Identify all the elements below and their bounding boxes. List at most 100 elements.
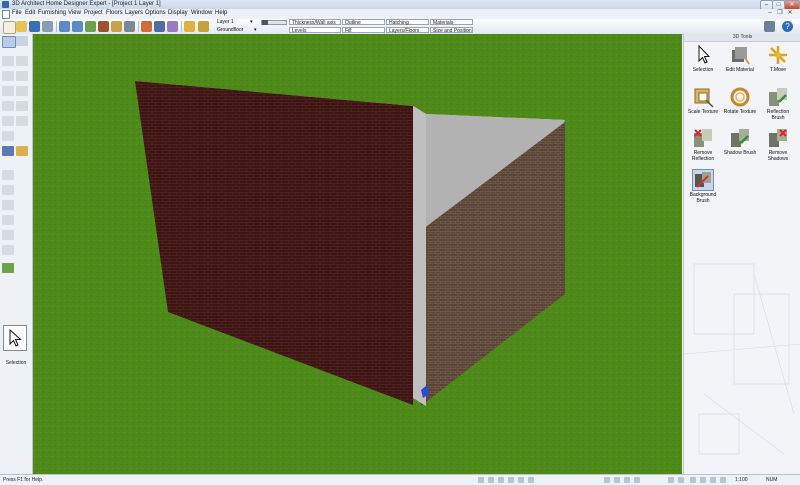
layer-slider[interactable] [261, 20, 287, 25]
materials-field[interactable]: Materials [430, 19, 473, 26]
catalog-icon[interactable] [764, 21, 775, 32]
edit-material-tool[interactable]: Edit Material [722, 44, 758, 73]
railing-tool-icon[interactable] [2, 230, 14, 240]
wand-icon[interactable] [198, 21, 209, 32]
floor-combo[interactable]: Groundfloor [217, 27, 243, 33]
scale-texture-tool[interactable]: Scale Texture [685, 86, 721, 115]
help-icon[interactable]: ? [782, 21, 793, 32]
reflection-brush-tool[interactable]: Reflection Brush [760, 86, 796, 121]
beam-tool-icon[interactable] [16, 71, 28, 81]
menu-layers[interactable]: Layers [125, 10, 143, 16]
grid-icon[interactable] [488, 477, 494, 483]
menu-file[interactable]: File [12, 10, 22, 16]
chevron-down-icon[interactable]: ▾ [250, 19, 253, 25]
remove-shadows-icon [767, 127, 789, 149]
pan-icon[interactable] [690, 477, 696, 483]
menu-floors[interactable]: Floors [106, 10, 123, 16]
fill-field[interactable]: Fill [342, 27, 385, 34]
print-icon[interactable] [42, 21, 53, 32]
slab-tool-icon[interactable] [2, 86, 14, 96]
print-preview-icon[interactable] [624, 477, 630, 483]
arrow-cursor-icon [9, 329, 22, 347]
render-status-icon[interactable] [634, 477, 640, 483]
zoom-window-icon[interactable] [16, 36, 28, 46]
new-file-icon[interactable] [3, 21, 16, 34]
3d-viewport[interactable] [33, 34, 682, 474]
wall-icon[interactable] [518, 477, 524, 483]
ortho-icon[interactable] [498, 477, 504, 483]
layer-combo[interactable]: Layer 1 [217, 19, 234, 25]
measure-icon[interactable] [668, 477, 674, 483]
slider-knob[interactable] [262, 20, 268, 25]
camera-icon[interactable] [124, 21, 135, 32]
pointer-icon[interactable] [2, 36, 16, 48]
landscape-tool-icon[interactable] [2, 263, 14, 273]
column-tool-icon[interactable] [2, 71, 14, 81]
fence-tool-icon[interactable] [2, 245, 14, 255]
scale-icon[interactable] [720, 477, 726, 483]
opening-tool-icon[interactable] [2, 131, 14, 141]
open-folder-icon[interactable] [16, 21, 27, 32]
lighting-icon[interactable] [167, 21, 178, 32]
remove-shadows-tool[interactable]: Remove Shadows [760, 127, 796, 162]
dimension-tool-icon[interactable] [2, 170, 14, 180]
terrain-tool-icon[interactable] [2, 215, 14, 225]
view-icon[interactable] [614, 477, 620, 483]
undo-icon[interactable] [59, 21, 70, 32]
render-icon[interactable] [154, 21, 165, 32]
mdi-close-button[interactable]: ✕ [786, 10, 794, 17]
window-tool-icon[interactable] [2, 101, 14, 111]
zoom-icon[interactable] [678, 477, 684, 483]
snap-icon[interactable] [478, 477, 484, 483]
menu-options[interactable]: Options [145, 10, 166, 16]
selection-tool[interactable]: Selection [685, 44, 721, 73]
house-icon[interactable] [141, 21, 152, 32]
redo-icon[interactable] [72, 21, 83, 32]
dormer-tool-icon[interactable] [16, 116, 28, 126]
fit-icon[interactable] [710, 477, 716, 483]
size-and-position-field[interactable]: Size and Position [430, 27, 473, 34]
chevron-down-icon[interactable]: ▾ [254, 27, 257, 33]
menu-window[interactable]: Window [191, 10, 212, 16]
stairs-tool-icon[interactable] [2, 116, 14, 126]
line-tool-icon[interactable] [2, 185, 14, 195]
hatching-field[interactable]: Hatching [386, 19, 429, 26]
view-3d-icon[interactable] [98, 21, 109, 32]
save-icon[interactable] [29, 21, 40, 32]
furniture-icon[interactable] [528, 477, 534, 483]
orbit-icon[interactable] [700, 477, 706, 483]
menu-view[interactable]: View [68, 10, 81, 16]
remove-reflection-tool[interactable]: Remove Reflection [685, 127, 721, 162]
menu-project[interactable]: Project [84, 10, 103, 16]
shadow-brush-tool[interactable]: Shadow Brush [722, 127, 758, 156]
section-tool-icon[interactable] [2, 200, 14, 210]
menu-display[interactable]: Display [168, 10, 188, 16]
thickness-wall-axis-field[interactable]: Thickness/Wall axis [289, 19, 341, 26]
wall-tool-icon[interactable] [2, 56, 14, 66]
walkthrough-icon[interactable] [111, 21, 122, 32]
text-tool-icon[interactable] [16, 146, 28, 156]
mdi-restore-button[interactable]: ❐ [776, 10, 784, 17]
outline-field[interactable]: Outline [342, 19, 385, 26]
rotate-texture-tool[interactable]: Rotate Texture [722, 86, 758, 115]
measure-icon[interactable] [184, 21, 195, 32]
menu-furnishing[interactable]: Furnishing [38, 10, 66, 16]
room-tool-icon[interactable] [16, 56, 28, 66]
lock-icon[interactable] [604, 477, 610, 483]
background-brush-tool[interactable]: Background Brush [685, 169, 721, 204]
texture-move-tool[interactable]: T.Move [760, 44, 796, 73]
mdi-minimize-button[interactable]: – [766, 10, 774, 17]
levels-field[interactable]: Levels [289, 27, 341, 34]
remove-reflection-icon [692, 127, 714, 149]
document-icon[interactable] [2, 10, 10, 19]
roof-tool-icon[interactable] [16, 86, 28, 96]
door-tool-icon[interactable] [16, 101, 28, 111]
app-icon[interactable] [2, 1, 9, 8]
menu-help[interactable]: Help [215, 10, 227, 16]
layer-icon[interactable] [508, 477, 514, 483]
furniture-tool-icon[interactable] [2, 146, 14, 156]
view-2d-icon[interactable] [85, 21, 96, 32]
selection-tool-button[interactable] [3, 325, 27, 351]
menu-edit[interactable]: Edit [25, 10, 35, 16]
layers-floors-field[interactable]: Layers/Floors [386, 27, 429, 34]
